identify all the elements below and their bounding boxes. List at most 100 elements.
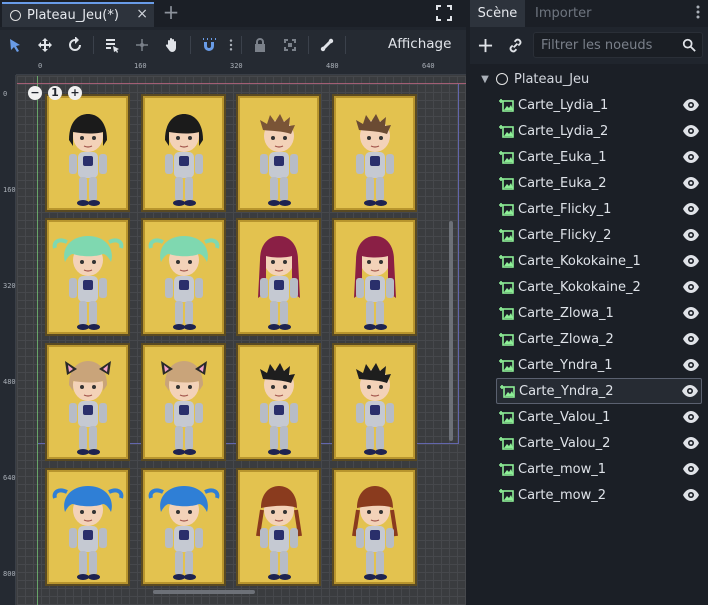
visibility-eye-icon[interactable] (682, 410, 700, 424)
visibility-eye-icon[interactable] (681, 384, 699, 398)
character-card[interactable] (45, 218, 130, 336)
rotate-mode-button[interactable] (60, 30, 90, 59)
vertical-scrollbar[interactable] (449, 221, 453, 441)
node-type-icon (499, 281, 514, 294)
character-card[interactable] (141, 468, 226, 586)
skeleton-button[interactable] (312, 30, 342, 59)
chevron-down-icon[interactable]: ▼ (476, 74, 494, 85)
visibility-eye-icon[interactable] (682, 436, 700, 450)
canvas-toolbar: Affichage (0, 30, 466, 59)
distraction-free-icon[interactable] (436, 5, 452, 21)
character-card[interactable] (45, 343, 130, 461)
visibility-eye-icon[interactable] (682, 176, 700, 190)
visibility-eye-icon[interactable] (682, 280, 700, 294)
lock-icon (255, 37, 265, 52)
smart-snap-button[interactable] (194, 30, 224, 59)
toolbar-divider (241, 35, 242, 54)
visibility-eye-icon[interactable] (682, 306, 700, 320)
tree-node[interactable]: Carte_Flicky_2 (496, 222, 702, 248)
canvas-viewport[interactable]: 0 160 320 480 640 0 160 320 480 640 800 … (0, 59, 466, 605)
pan-mode-button[interactable] (157, 30, 187, 59)
character-card[interactable] (332, 94, 417, 212)
character-sprite (161, 361, 207, 455)
node-type-icon (499, 255, 514, 268)
tab-import[interactable]: Importer (535, 0, 592, 27)
add-scene-tab-button[interactable]: + (160, 2, 182, 24)
tree-node[interactable]: Carte_mow_2 (496, 482, 702, 508)
view-menu[interactable]: Affichage (388, 30, 451, 59)
tree-node[interactable]: Carte_Valou_2 (496, 430, 702, 456)
tree-node[interactable]: Carte_Lydia_1 (496, 92, 702, 118)
tree-node-label: Carte_Yndra_1 (518, 357, 613, 373)
character-sprite (165, 114, 203, 206)
visibility-eye-icon[interactable] (682, 254, 700, 268)
filter-nodes-input[interactable] (534, 33, 674, 57)
character-card[interactable] (45, 94, 130, 212)
character-card[interactable] (45, 468, 130, 586)
character-card[interactable] (236, 218, 321, 336)
add-node-button[interactable] (470, 31, 500, 59)
character-sprite (65, 361, 111, 455)
tree-node-label: Carte_Lydia_2 (518, 123, 609, 139)
tree-node[interactable]: Carte_Yndra_2 (496, 378, 702, 404)
close-icon[interactable]: × (136, 6, 148, 22)
character-card[interactable] (236, 468, 321, 586)
pivot-mode-button[interactable] (127, 30, 157, 59)
visibility-eye-icon[interactable] (682, 202, 700, 216)
tree-node[interactable]: Carte_Kokokaine_1 (496, 248, 702, 274)
zoom-in-button[interactable]: + (68, 86, 82, 100)
character-card[interactable] (332, 343, 417, 461)
node-type-icon (499, 359, 514, 372)
visibility-eye-icon[interactable] (682, 150, 700, 164)
zoom-reset-button[interactable]: 1 (48, 86, 62, 100)
character-sprite (256, 486, 302, 580)
dock-menu-icon[interactable] (692, 4, 704, 20)
filter-nodes-field[interactable] (533, 32, 703, 58)
ruler-tick: 480 (326, 62, 339, 70)
tree-node[interactable]: Carte_Zlowa_2 (496, 326, 702, 352)
tree-root-plateau-jeu[interactable]: ▼ Plateau_Jeu (470, 66, 589, 92)
character-sprite (69, 114, 107, 206)
x-axis-line (17, 83, 466, 84)
toolbar-divider (93, 35, 94, 54)
visibility-eye-icon[interactable] (682, 228, 700, 242)
tab-scene[interactable]: Scène (470, 0, 525, 27)
select-mode-button[interactable] (0, 30, 30, 59)
character-sprite (354, 236, 396, 330)
visibility-eye-icon[interactable] (682, 488, 700, 502)
tree-node[interactable]: Carte_Yndra_1 (496, 352, 702, 378)
visibility-eye-icon[interactable] (682, 124, 700, 138)
tree-node[interactable]: Carte_Kokokaine_2 (496, 274, 702, 300)
move-icon (38, 37, 52, 52)
instance-scene-button[interactable] (500, 31, 530, 59)
pointer-icon (10, 38, 20, 52)
tree-node[interactable]: Carte_Valou_1 (496, 404, 702, 430)
visibility-eye-icon[interactable] (682, 358, 700, 372)
character-card[interactable] (236, 94, 321, 212)
tree-node[interactable]: Carte_mow_1 (496, 456, 702, 482)
character-card[interactable] (236, 343, 321, 461)
tree-node[interactable]: Carte_Flicky_1 (496, 196, 702, 222)
tree-node[interactable]: Carte_Euka_1 (496, 144, 702, 170)
character-card[interactable] (332, 468, 417, 586)
lock-button[interactable] (245, 30, 275, 59)
character-card[interactable] (141, 218, 226, 336)
character-card[interactable] (332, 218, 417, 336)
tree-node[interactable]: Carte_Zlowa_1 (496, 300, 702, 326)
visibility-eye-icon[interactable] (682, 332, 700, 346)
visibility-eye-icon[interactable] (682, 462, 700, 476)
scene-dock: Scène Importer ▼ Plateau_Jeu Carte_Lydia… (470, 0, 708, 605)
scene-tab-plateau-jeu[interactable]: Plateau_Jeu(*) × (2, 2, 154, 27)
node-type-icon (499, 203, 514, 216)
character-card[interactable] (141, 343, 226, 461)
snap-options-button[interactable] (224, 30, 238, 59)
list-mode-button[interactable] (97, 30, 127, 59)
tree-node[interactable]: Carte_Lydia_2 (496, 118, 702, 144)
zoom-out-button[interactable]: − (28, 86, 42, 100)
tree-node[interactable]: Carte_Euka_2 (496, 170, 702, 196)
visibility-eye-icon[interactable] (682, 98, 700, 112)
group-button[interactable] (275, 30, 305, 59)
character-card[interactable] (141, 94, 226, 212)
move-mode-button[interactable] (30, 30, 60, 59)
horizontal-scrollbar[interactable] (153, 590, 255, 594)
